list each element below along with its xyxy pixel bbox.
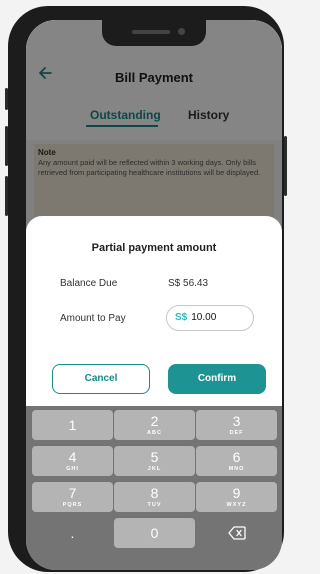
notch	[102, 20, 206, 46]
key-decimal[interactable]: .	[32, 518, 113, 548]
balance-due-value: S$ 56.43	[168, 278, 209, 289]
phone-screen: Bill Payment Outstanding History Note An…	[26, 20, 282, 570]
key-1-number: 1	[68, 417, 77, 433]
partial-payment-modal: Partial payment amount Balance Due S$ 56…	[26, 216, 282, 406]
key-6-letters: MNO	[228, 466, 245, 472]
amount-to-pay-label: Amount to Pay	[60, 313, 126, 324]
key-3[interactable]: 3 DEF	[196, 410, 277, 440]
modal-title: Partial payment amount	[91, 242, 217, 254]
key-0[interactable]: 0	[114, 518, 195, 548]
key-7[interactable]: 7 PQRS	[32, 482, 113, 512]
amount-input[interactable]: S$ 10.00	[166, 305, 254, 331]
power-button	[284, 136, 287, 196]
key-9-number: 9	[232, 485, 241, 501]
key-2-number: 2	[150, 413, 159, 429]
key-8[interactable]: 8 TUV	[114, 482, 195, 512]
key-5-number: 5	[150, 449, 159, 465]
amount-value: 10.00	[191, 312, 217, 323]
key-3-number: 3	[232, 413, 241, 429]
key-9-letters: WXYZ	[226, 502, 247, 508]
key-0-number: 0	[150, 525, 159, 541]
key-6-number: 6	[232, 449, 241, 465]
key-7-number: 7	[68, 485, 77, 501]
key-1[interactable]: 1	[32, 410, 113, 440]
key-8-letters: TUV	[147, 502, 162, 508]
numeric-keypad: 1 2 ABC 3 DEF 4 GHI 5 JKL 6 MNO 7 PQRS 8…	[26, 406, 282, 570]
key-backspace[interactable]	[196, 518, 277, 548]
speaker-grille	[132, 30, 170, 34]
key-2[interactable]: 2 ABC	[114, 410, 195, 440]
key-5[interactable]: 5 JKL	[114, 446, 195, 476]
phone-frame: Bill Payment Outstanding History Note An…	[5, 6, 287, 572]
cancel-button[interactable]: Cancel	[52, 364, 150, 394]
key-4[interactable]: 4 GHI	[32, 446, 113, 476]
mute-switch	[5, 88, 8, 110]
front-camera	[178, 28, 185, 35]
key-4-letters: GHI	[66, 466, 79, 472]
key-8-number: 8	[150, 485, 159, 501]
backspace-icon	[227, 526, 246, 540]
key-9[interactable]: 9 WXYZ	[196, 482, 277, 512]
confirm-button[interactable]: Confirm	[168, 364, 266, 394]
key-7-letters: PQRS	[62, 502, 83, 508]
key-3-letters: DEF	[229, 430, 244, 436]
key-4-number: 4	[68, 449, 77, 465]
volume-down-button	[5, 176, 8, 216]
volume-up-button	[5, 126, 8, 166]
key-5-letters: JKL	[147, 466, 162, 472]
currency-prefix: S$	[175, 312, 188, 323]
key-2-letters: ABC	[147, 430, 162, 436]
balance-due-label: Balance Due	[60, 278, 118, 289]
key-6[interactable]: 6 MNO	[196, 446, 277, 476]
